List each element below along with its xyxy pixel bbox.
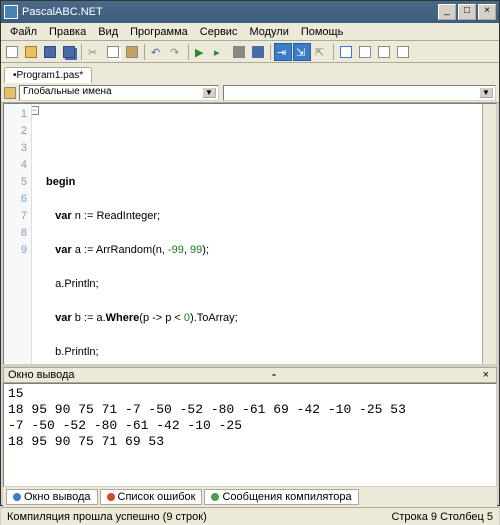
code-line: b.Println; xyxy=(46,344,478,361)
cut-icon[interactable]: ✂ xyxy=(85,43,103,61)
line-number: 9 xyxy=(4,242,27,259)
output-pin-icon[interactable]: ⁃ xyxy=(271,369,277,382)
status-message: Компиляция прошла успешно (9 строк) xyxy=(7,511,207,523)
tab-dot-icon xyxy=(107,493,115,501)
step-into-icon[interactable]: ⇲ xyxy=(293,43,311,61)
menu-file[interactable]: Файл xyxy=(4,24,43,40)
toolbar-separator xyxy=(188,44,189,60)
output-window-icon[interactable] xyxy=(337,43,355,61)
toolbar-separator xyxy=(270,44,271,60)
window-title: PascalABC.NET xyxy=(22,6,436,18)
output-tab-errors[interactable]: Список ошибок xyxy=(100,489,203,505)
code-editor[interactable]: 1 2 3 4 5 6 7 8 9 − begin var n := ReadI… xyxy=(3,103,497,365)
code-line: var n := ReadInteger; xyxy=(46,208,478,225)
line-number: 1 xyxy=(4,106,27,123)
code-line: begin xyxy=(46,174,478,191)
output-tab-bar: Окно вывода Список ошибок Сообщения комп… xyxy=(3,487,497,507)
redo-icon[interactable]: ↷ xyxy=(167,43,185,61)
locals-icon[interactable] xyxy=(375,43,393,61)
code-area[interactable]: − begin var n := ReadInteger; var a := A… xyxy=(32,104,482,364)
maximize-button[interactable]: □ xyxy=(458,4,476,20)
code-line: a.Println; xyxy=(46,276,478,293)
tab-label: Окно вывода xyxy=(24,491,91,503)
output-panel[interactable]: 15 18 95 90 75 71 -7 -50 -52 -80 -61 69 … xyxy=(3,383,497,487)
scope-icon xyxy=(4,87,16,99)
code-line: var b := a.Where(p -> p < 0).ToArray; xyxy=(46,310,478,327)
open-file-icon[interactable] xyxy=(22,43,40,61)
code-line: var a := ArrRandom(n, -99, 99); xyxy=(46,242,478,259)
menu-service[interactable]: Сервис xyxy=(194,24,244,40)
save-all-icon[interactable] xyxy=(60,43,78,61)
file-tab[interactable]: •Program1.pas* xyxy=(4,67,92,83)
tab-dot-icon xyxy=(211,493,219,501)
toolbar: ✂ ↶ ↷ ▶ ▸ ⇥ ⇲ ⇱ xyxy=(1,41,499,63)
navigation-bar: Глобальные имена xyxy=(1,83,499,103)
toolbar-separator xyxy=(81,44,82,60)
title-bar: PascalABC.NET _ □ × xyxy=(1,1,499,23)
line-number: 8 xyxy=(4,225,27,242)
output-tab-compiler[interactable]: Сообщения компилятора xyxy=(204,489,358,505)
scope-dropdown[interactable]: Глобальные имена xyxy=(19,85,219,101)
editor-tabs: •Program1.pas* xyxy=(1,63,499,83)
toolbar-separator xyxy=(144,44,145,60)
debug-icon[interactable] xyxy=(394,43,412,61)
output-close-icon[interactable]: × xyxy=(480,369,492,381)
menu-modules[interactable]: Модули xyxy=(243,24,294,40)
line-number: 4 xyxy=(4,157,27,174)
watch-icon[interactable] xyxy=(356,43,374,61)
vertical-scrollbar[interactable] xyxy=(482,104,496,364)
minimize-button[interactable]: _ xyxy=(438,4,456,20)
line-number: 3 xyxy=(4,140,27,157)
output-panel-header: Окно вывода ⁃ × xyxy=(3,367,497,383)
toolbar-separator xyxy=(333,44,334,60)
step-over-icon[interactable]: ⇥ xyxy=(274,43,292,61)
output-tab-output[interactable]: Окно вывода xyxy=(6,489,98,505)
compile-icon[interactable] xyxy=(230,43,248,61)
line-number: 2 xyxy=(4,123,27,140)
menu-view[interactable]: Вид xyxy=(92,24,124,40)
run-icon[interactable]: ▶ xyxy=(192,43,210,61)
member-dropdown[interactable] xyxy=(223,85,496,101)
fold-toggle[interactable]: − xyxy=(32,106,39,115)
stop-icon[interactable] xyxy=(249,43,267,61)
line-number: 6 xyxy=(4,191,27,208)
line-number: 5 xyxy=(4,174,27,191)
line-number: 7 xyxy=(4,208,27,225)
copy-icon[interactable] xyxy=(104,43,122,61)
output-title: Окно вывода xyxy=(8,369,75,381)
save-icon[interactable] xyxy=(41,43,59,61)
paste-icon[interactable] xyxy=(123,43,141,61)
run-no-debug-icon[interactable]: ▸ xyxy=(211,43,229,61)
tab-label: Список ошибок xyxy=(118,491,196,503)
undo-icon[interactable]: ↶ xyxy=(148,43,166,61)
menu-edit[interactable]: Правка xyxy=(43,24,92,40)
tab-dot-icon xyxy=(13,493,21,501)
line-gutter: 1 2 3 4 5 6 7 8 9 xyxy=(4,104,32,364)
new-file-icon[interactable] xyxy=(3,43,21,61)
menu-program[interactable]: Программа xyxy=(124,24,194,40)
app-icon xyxy=(4,5,18,19)
step-out-icon[interactable]: ⇱ xyxy=(312,43,330,61)
menu-bar: Файл Правка Вид Программа Сервис Модули … xyxy=(1,23,499,41)
menu-help[interactable]: Помощь xyxy=(295,24,350,40)
cursor-position: Строка 9 Столбец 5 xyxy=(391,511,493,523)
tab-label: Сообщения компилятора xyxy=(222,491,351,503)
close-button[interactable]: × xyxy=(478,4,496,20)
status-bar: Компиляция прошла успешно (9 строк) Стро… xyxy=(1,507,499,525)
